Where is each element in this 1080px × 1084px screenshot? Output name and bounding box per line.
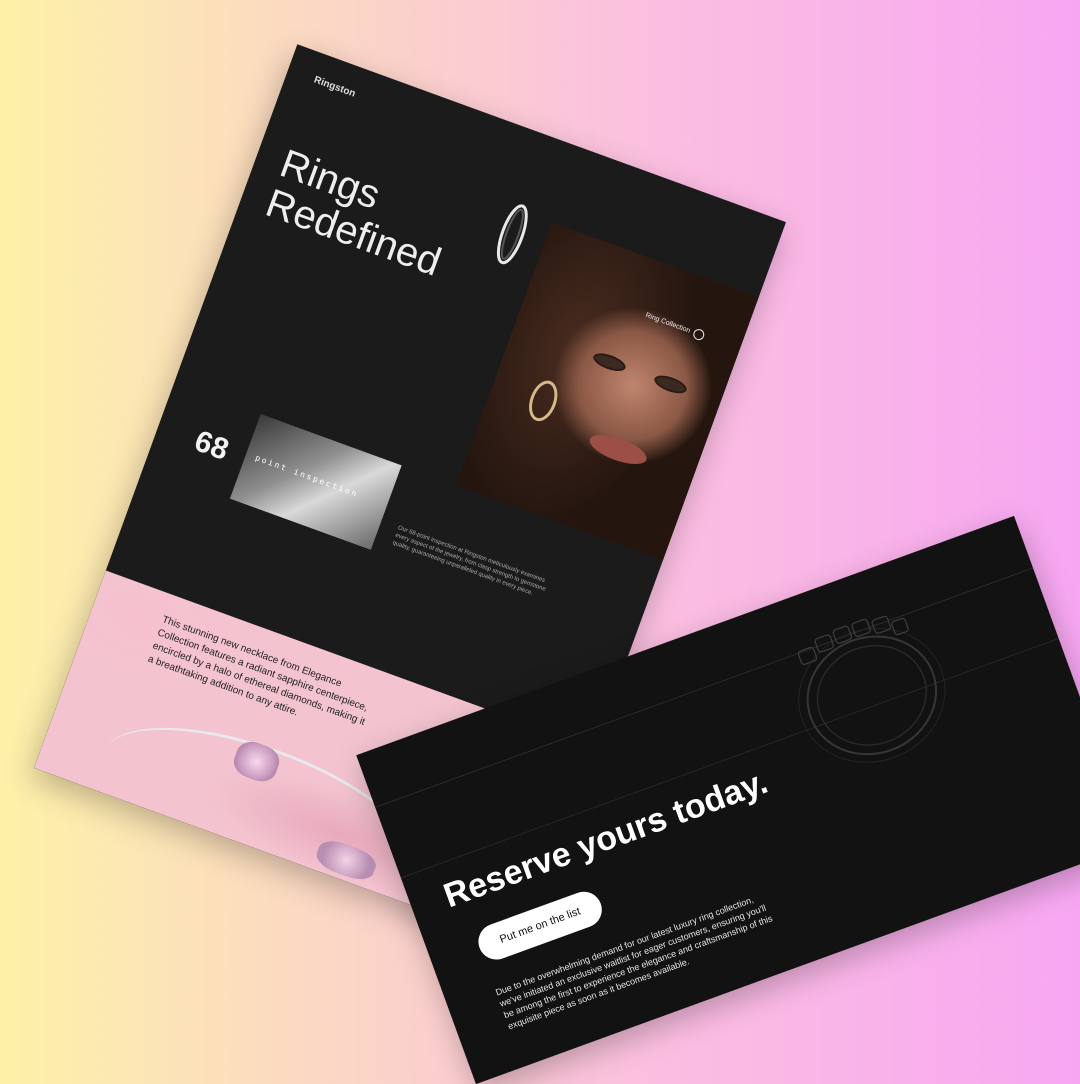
model-portrait-image: Ring Collection — [456, 222, 759, 561]
inspection-image-label: point inspection — [254, 453, 360, 499]
hero-title: Rings Redefined — [260, 142, 496, 296]
portrait-lips — [586, 428, 651, 471]
ring-thumbnail-icon — [496, 204, 528, 265]
inspection-image: point inspection — [229, 414, 402, 550]
necklace-promo-text: This stunning new necklace from Elegance… — [146, 614, 370, 728]
portrait-eye-right — [652, 372, 689, 397]
inspection-number: 68 — [190, 424, 233, 467]
circle-icon — [691, 327, 706, 342]
inspection-description: Our 68-point inspection at Ringston meti… — [391, 525, 547, 597]
ring-wireframe-icon — [797, 615, 946, 763]
hoop-earring — [523, 376, 563, 426]
ring-collection-label: Ring Collection — [644, 311, 692, 335]
brand-logo[interactable]: Ringston — [312, 75, 356, 100]
portrait-eye-left — [591, 349, 628, 375]
reserve-title: Reserve yours today. — [438, 762, 773, 916]
ring-collection-link[interactable]: Ring Collection — [644, 310, 706, 342]
